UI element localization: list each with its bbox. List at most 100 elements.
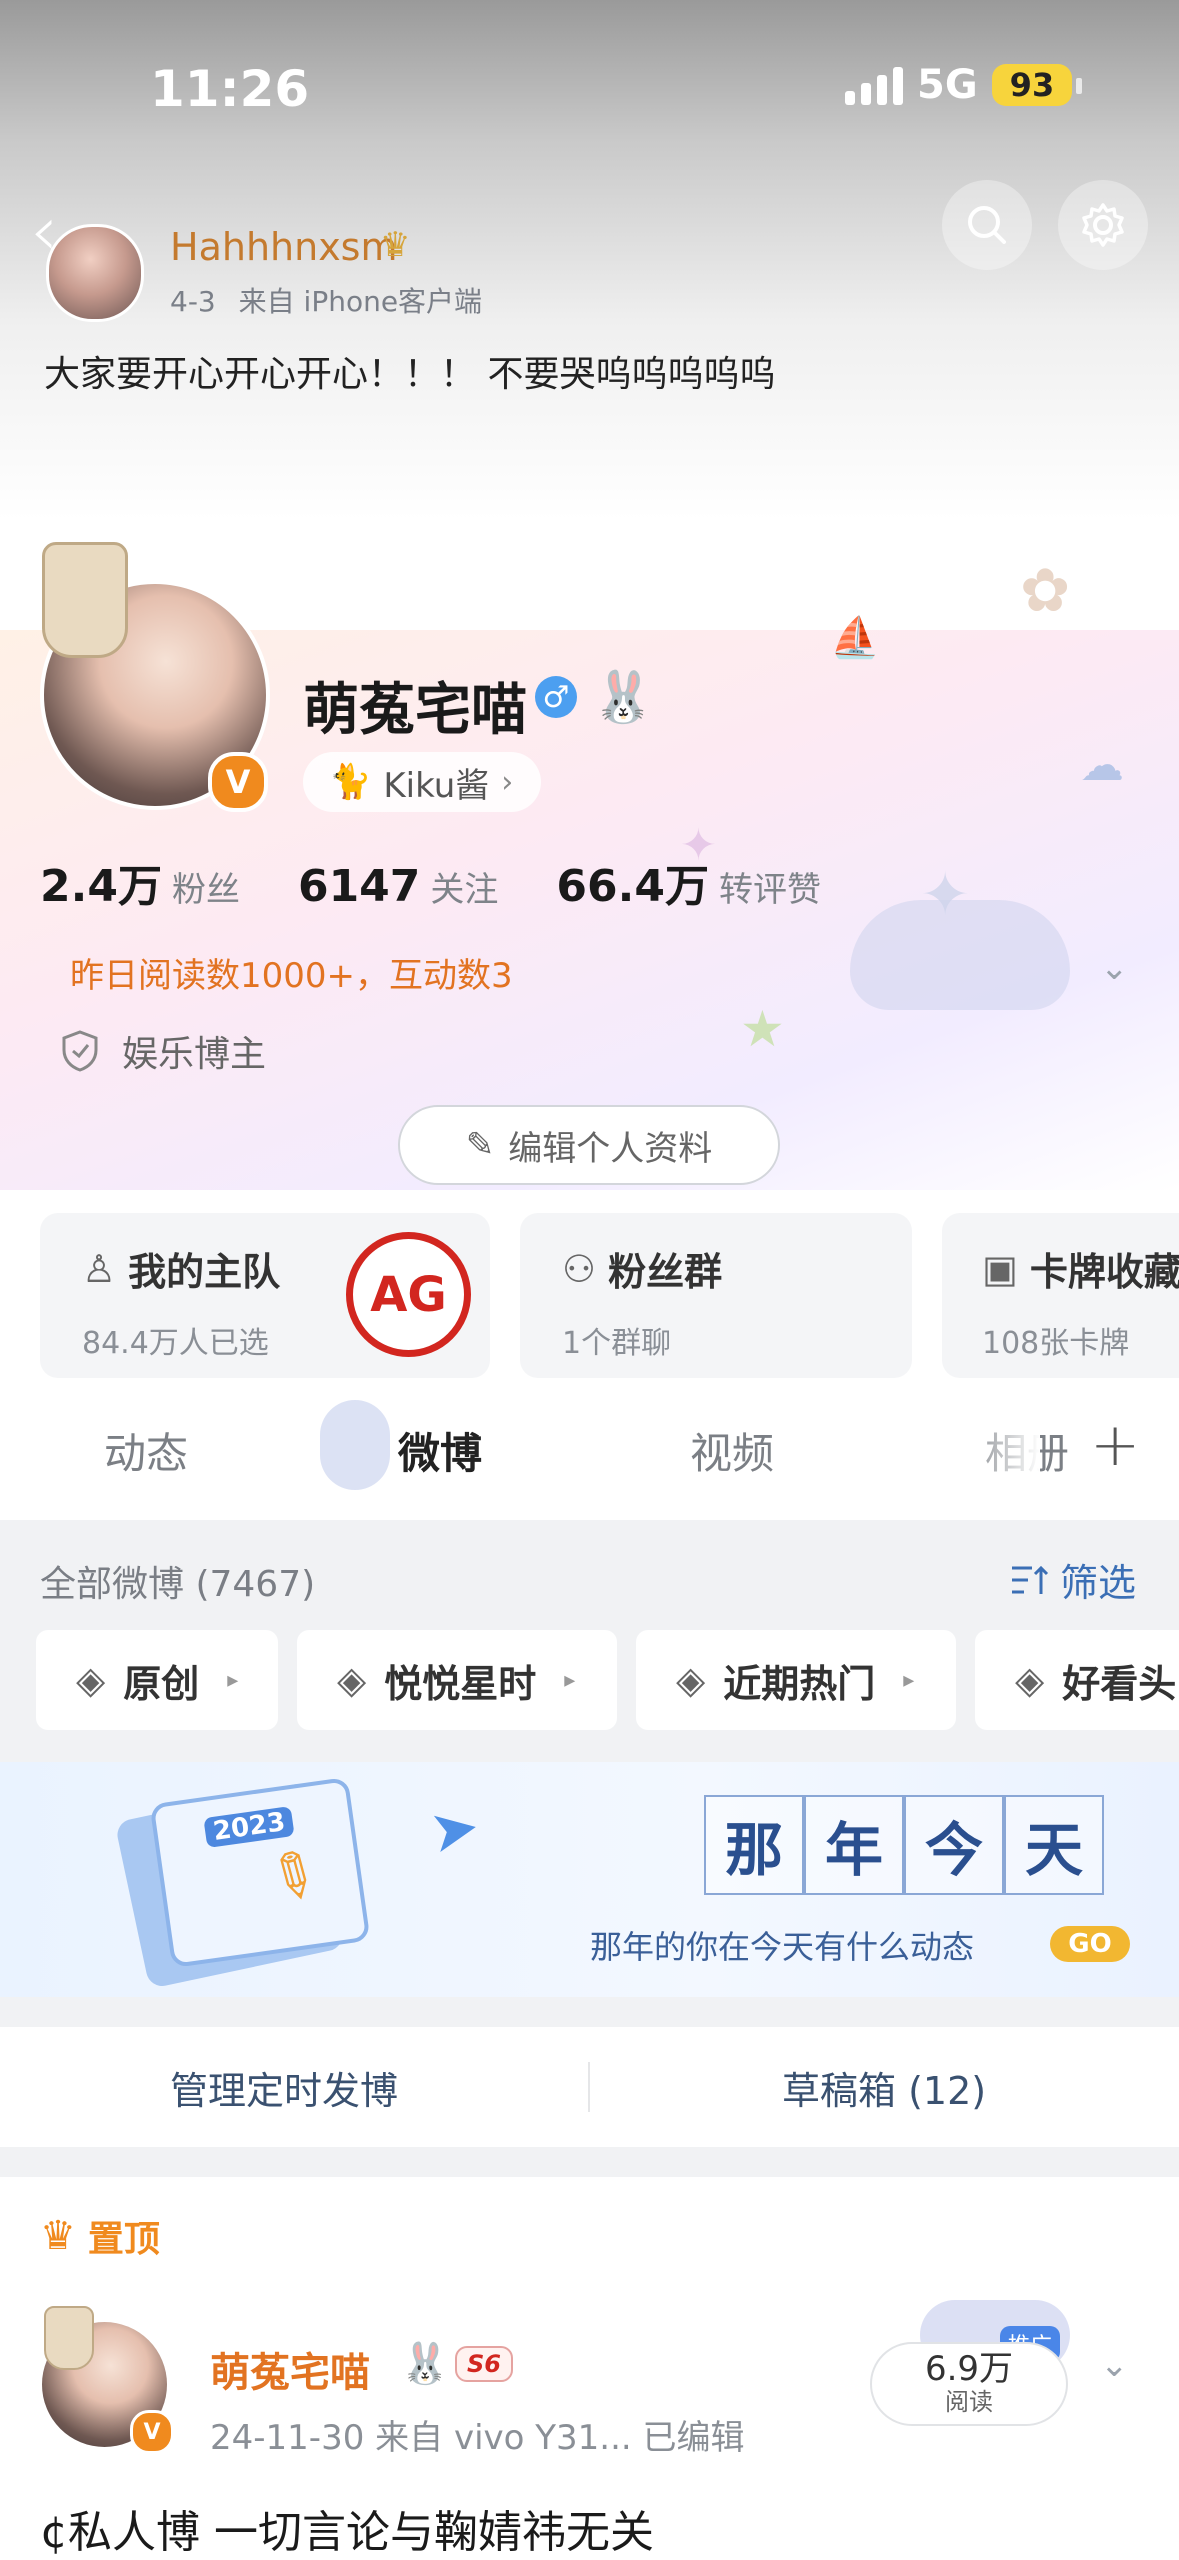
profile-name: 萌菟宅喵 [303, 678, 527, 743]
profile-tagline: 娱乐博主 [60, 1025, 266, 1077]
repost-avatar[interactable] [46, 224, 144, 322]
banner-char: 天 [1004, 1795, 1104, 1895]
shield-icon [62, 1030, 98, 1072]
person-icon: ♙ [82, 1246, 117, 1291]
settings-button[interactable] [1058, 180, 1148, 270]
chip-label: 好看头 [1062, 1661, 1177, 1706]
crown-icon: ♛ [40, 2213, 76, 2259]
coffee-sticker-icon [42, 542, 128, 658]
banner-title-grid: 那 年 今 天 [704, 1795, 1104, 1895]
bunny-badge-icon: 🐰 [592, 668, 655, 726]
chip-label: 悦悦星时 [384, 1661, 537, 1706]
post-chevron-down-icon[interactable]: ⌄ [1100, 2345, 1129, 2385]
scheduled-posts-link[interactable]: 管理定时发博 [170, 2060, 398, 2115]
post-text[interactable]: ¢私人博 一切言论与鞠婧祎无关 [40, 2496, 654, 2560]
verified-icon: V [130, 2410, 174, 2454]
repost-text[interactable]: 大家要开心开心开心！！！ 不要哭呜呜呜呜呜 [44, 345, 775, 397]
chip-yueyue[interactable]: ◈ 悦悦星时 ▸ [297, 1630, 617, 1730]
coffee-sticker-icon [44, 2306, 94, 2370]
companion-pill[interactable]: 🐈 Kiku酱 › [303, 752, 542, 812]
tab-fade [960, 1400, 1040, 1510]
level-badge: S6 [455, 2346, 513, 2382]
card-title: 我的主队 [128, 1250, 281, 1294]
read-count-bubble[interactable]: 6.9万 阅读 [870, 2342, 1068, 2426]
stat-interactions[interactable]: 66.4万 转评赞 [556, 850, 821, 914]
edit-profile-label: 编辑个人资料 [508, 1128, 713, 1169]
banner-char: 年 [804, 1795, 904, 1895]
post-meta: 24-11-30 来自 vivo Y31... 已编辑 [210, 2418, 745, 2458]
chip-original[interactable]: ◈ 原创 ▸ [36, 1630, 278, 1730]
stat-following[interactable]: 6147 关注 [298, 861, 498, 912]
card-subtitle: 108张卡牌 [982, 1326, 1130, 1361]
filter-button[interactable]: 筛选 [1010, 1552, 1136, 1607]
status-icons: 5G 93 [845, 62, 1082, 108]
chevron-right-icon: › [501, 764, 514, 800]
layers-icon: ◈ [76, 1658, 106, 1702]
card-icon: ▣ [982, 1246, 1018, 1291]
chip-label: 近期热门 [723, 1661, 876, 1706]
calendar-page [149, 1776, 371, 1969]
group-icon: ⚇ [562, 1246, 597, 1291]
companion-name: Kiku酱 [383, 765, 490, 806]
add-tab-icon[interactable]: + [1090, 1410, 1140, 1480]
divider [588, 2062, 590, 2112]
pencil-icon: ✎ [465, 1125, 495, 1165]
repost-date: 4-3 [170, 285, 216, 318]
gear-icon [1082, 203, 1124, 247]
card-title: 卡牌收藏 [1029, 1250, 1179, 1294]
tab-video[interactable]: 视频 [690, 1420, 774, 1481]
status-time: 11:26 [150, 60, 310, 118]
chip-recent-hot[interactable]: ◈ 近期热门 ▸ [636, 1630, 956, 1730]
boat-icon: ⛵ [830, 615, 880, 661]
search-icon [968, 206, 1006, 244]
tagline-text: 娱乐博主 [122, 1034, 267, 1075]
search-button[interactable] [942, 180, 1032, 270]
network-label: 5G [917, 62, 978, 108]
banner-subtitle: 那年的你在今天有什么动态 [590, 1928, 975, 1966]
filter-label: 筛选 [1060, 1561, 1137, 1605]
tab-activity[interactable]: 动态 [104, 1420, 188, 1481]
tab-sticker-icon [320, 1400, 390, 1490]
chevron-down-icon[interactable]: ⌄ [1100, 948, 1129, 988]
layers-icon: ◈ [1015, 1658, 1045, 1702]
read-stats-line[interactable]: 昨日阅读数1000+，互动数3 [70, 948, 513, 997]
star-sticker-icon: ★ [740, 1000, 785, 1058]
verified-icon: V [208, 752, 268, 812]
edit-profile-button[interactable]: ✎ 编辑个人资料 [398, 1105, 780, 1185]
pinned-text: 置顶 [87, 2219, 160, 2260]
chip-label: 原创 [123, 1661, 200, 1706]
layers-icon: ◈ [337, 1658, 367, 1702]
banner-char: 今 [904, 1795, 1004, 1895]
bunny-badge-icon: 🐰 [400, 2341, 450, 2387]
go-button[interactable]: GO [1050, 1926, 1130, 1962]
repost-meta: 4-3 来自 iPhone客户端 [170, 280, 482, 320]
card-subtitle: 1个群聊 [562, 1326, 672, 1361]
chevron-right-icon: ▸ [227, 1667, 239, 1693]
card-fan-group[interactable]: ⚇ 粉丝群 1个群聊 [520, 1213, 912, 1378]
cat-icon: 🐈 [329, 762, 372, 802]
battery-icon: 93 [991, 64, 1082, 106]
stat-followers[interactable]: 2.4万 粉丝 [40, 850, 240, 914]
team-logo: AG [346, 1232, 471, 1357]
post-author[interactable]: 萌菟宅喵 [210, 2340, 370, 2398]
all-weibo-count: 全部微博 (7467) [40, 1564, 316, 1605]
chip-good-looking[interactable]: ◈ 好看头 [975, 1630, 1179, 1730]
card-title: 粉丝群 [608, 1250, 723, 1294]
filter-icon [1012, 1565, 1049, 1594]
repost-source: 来自 iPhone客户端 [238, 285, 483, 318]
whale-icon [850, 900, 1070, 1010]
profile-stats: 2.4万 粉丝 6147 关注 66.4万 转评赞 [40, 850, 821, 914]
crown-icon: ♛ [380, 225, 411, 265]
repost-author[interactable]: Hahhhnxsm [170, 225, 398, 269]
chevron-right-icon: ▸ [564, 1667, 576, 1693]
bunny-sticker-icon: ✿ [1020, 556, 1071, 626]
read-label: 阅读 [945, 2388, 993, 2416]
drafts-link[interactable]: 草稿箱 (12) [782, 2060, 986, 2115]
male-icon: ♂ [535, 676, 577, 718]
read-count: 6.9万 [924, 2349, 1014, 2389]
cloud-icon: ☁ [1080, 740, 1124, 791]
signal-icon [845, 65, 903, 105]
tab-weibo[interactable]: 微博 [398, 1420, 482, 1481]
banner-char: 那 [704, 1795, 804, 1895]
card-collection[interactable]: ▣ 卡牌收藏 108张卡牌 [942, 1213, 1179, 1378]
